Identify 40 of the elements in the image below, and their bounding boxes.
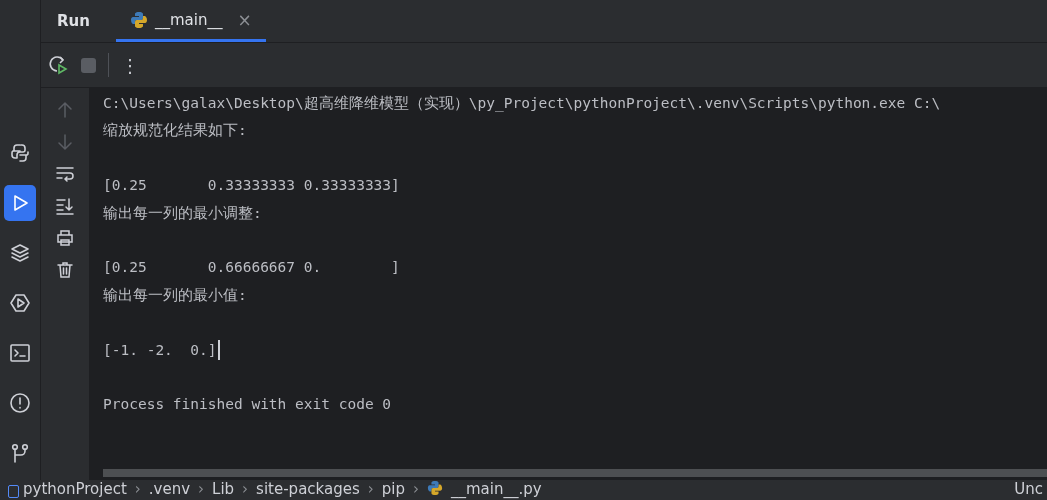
folder-icon (8, 485, 19, 498)
terminal-icon (9, 342, 31, 364)
breadcrumb-separator: › (134, 480, 141, 498)
breadcrumb-separator: › (413, 480, 419, 498)
breadcrumb-item[interactable]: pip (381, 480, 405, 498)
run-tool-button[interactable] (4, 185, 36, 221)
trash-icon[interactable] (55, 260, 75, 280)
layers-icon (9, 242, 31, 264)
scrollbar-thumb[interactable] (103, 469, 1047, 477)
services-icon (9, 292, 31, 314)
breadcrumb-item[interactable]: __main__.py (451, 480, 542, 498)
breadcrumb-separator: › (367, 480, 374, 498)
breadcrumb-item[interactable]: Lib (212, 480, 235, 498)
git-icon (9, 442, 31, 464)
status-text: Unc (1014, 480, 1043, 498)
python-icon (427, 480, 443, 496)
breadcrumb-separator: › (198, 480, 205, 498)
breadcrumb-separator: › (242, 480, 249, 498)
scroll-end-icon[interactable] (55, 196, 75, 216)
console-output-line: C:\Users\galax\Desktop\超高维降维模型（实现）\py_Project\pythonProject\.venv\Scripts\python.exe C:\ (103, 94, 941, 114)
more-button[interactable]: ⋮ (121, 54, 139, 76)
console-output-line: 输出每一列的最小值: (103, 285, 247, 305)
wrap-icon[interactable] (55, 164, 75, 184)
breadcrumb-item[interactable]: site-packages (256, 480, 360, 498)
console-output-line: [-1. -2. 0.] (103, 340, 217, 360)
console-output-line: Process finished with exit code 0 (103, 395, 392, 415)
console-output-line: 缩放规范化结果如下: (103, 121, 247, 141)
close-icon[interactable]: × (237, 9, 252, 30)
print-icon[interactable] (55, 228, 75, 248)
console-output-line: 输出每一列的最小调整: (103, 203, 262, 223)
python-icon (129, 10, 148, 29)
breadcrumb-item[interactable]: pythonProject (23, 480, 127, 498)
python-icon (9, 142, 31, 164)
panel-title: Run (57, 12, 90, 30)
breadcrumb-item[interactable]: .venv (148, 480, 191, 498)
console-output-line: [0.25 0.33333333 0.33333333] (103, 176, 400, 196)
console-output-line: [0.25 0.66666667 0. ] (103, 258, 400, 278)
problems-icon (9, 392, 31, 414)
run-tab[interactable]: __main__ × (115, 0, 266, 42)
rerun-icon[interactable] (47, 54, 69, 76)
